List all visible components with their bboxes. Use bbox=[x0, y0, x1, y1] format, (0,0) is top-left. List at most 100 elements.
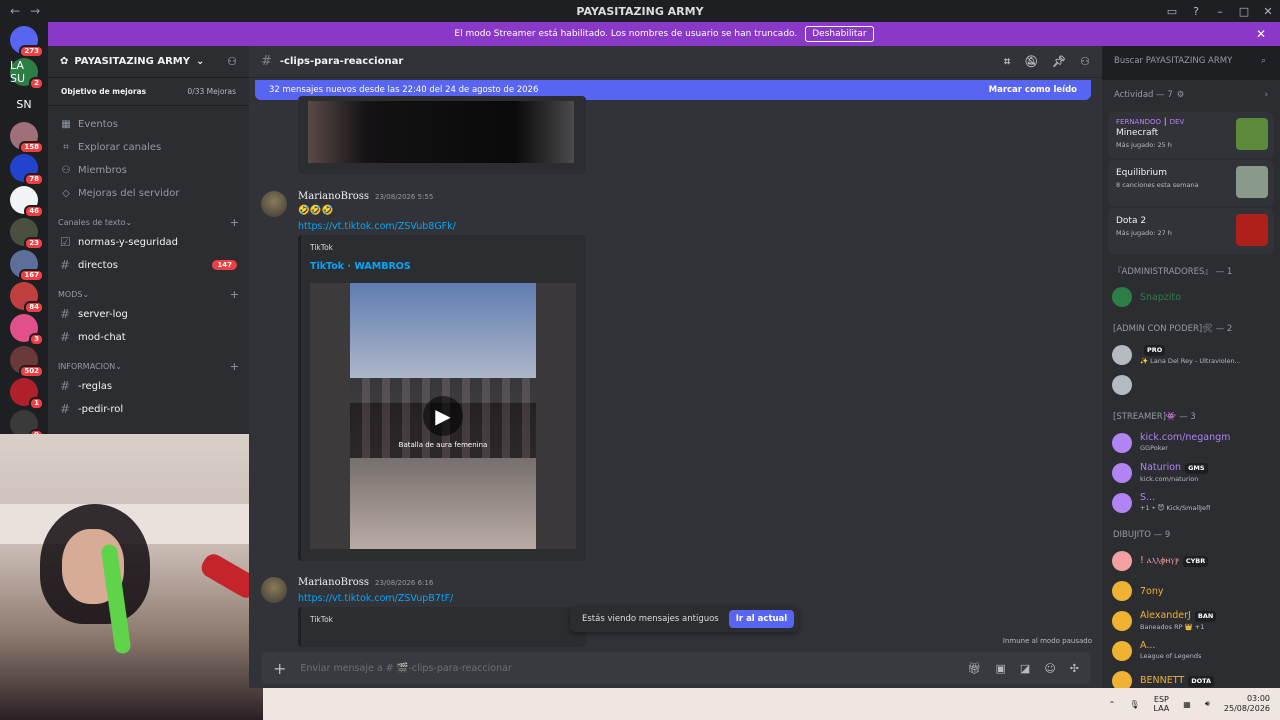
embed-title[interactable]: TikTok · WAMBROS bbox=[310, 261, 411, 272]
avatar[interactable] bbox=[261, 191, 287, 217]
mute-bell-icon[interactable]: 🔕︎ bbox=[1024, 55, 1038, 69]
menu-server-boosts[interactable]: ◇ Mejoras del servidor bbox=[48, 182, 249, 204]
search-input[interactable]: Buscar PAYASITAZING ARMY bbox=[1114, 56, 1232, 66]
play-icon[interactable]: ▶ bbox=[423, 396, 463, 436]
webcam-overlay bbox=[0, 434, 263, 720]
server-initials: SN bbox=[16, 97, 32, 111]
add-channel-icon[interactable]: + bbox=[230, 288, 239, 301]
embed-video[interactable]: ▶ Batalla de aura femenina bbox=[310, 283, 576, 549]
server-icon[interactable]: SN bbox=[10, 90, 38, 118]
member-group-header: [ADMIN CON PODER]🛠 — 2 bbox=[1113, 324, 1233, 334]
pin-icon[interactable]: 📌︎ bbox=[1052, 55, 1066, 69]
add-attachment-icon[interactable]: + bbox=[273, 659, 286, 678]
game-art bbox=[1236, 166, 1268, 198]
member-item[interactable]: Snapzito bbox=[1102, 282, 1280, 312]
member-display-name: BENNETT bbox=[1140, 675, 1185, 686]
channel-item[interactable]: # server-log bbox=[48, 303, 249, 325]
invite-icon[interactable]: ⚇ bbox=[227, 55, 237, 68]
chevron-right-icon[interactable]: › bbox=[1265, 90, 1268, 100]
member-item[interactable]: BENNETT DOTA bbox=[1102, 666, 1280, 688]
help-icon[interactable]: ? bbox=[1184, 5, 1208, 18]
activity-card[interactable]: Dota 2 Más jugado: 27 h bbox=[1108, 208, 1274, 254]
channel-category[interactable]: MODS ⌄ + bbox=[48, 286, 249, 302]
tray-chevron-icon[interactable]: ⌃ bbox=[1109, 700, 1116, 709]
server-icon[interactable]: 9 bbox=[10, 410, 44, 434]
add-channel-icon[interactable]: + bbox=[230, 360, 239, 373]
activity-card[interactable]: FERNANDOO ┃ DEV Minecraft Más jugado: 25 h bbox=[1108, 112, 1274, 158]
server-icon[interactable]: 78 bbox=[10, 154, 44, 186]
menu-members[interactable]: ⚇ Miembros bbox=[48, 159, 249, 181]
maximize-icon[interactable]: □ bbox=[1232, 5, 1256, 18]
minimize-icon[interactable]: – bbox=[1208, 5, 1232, 18]
activity-card[interactable]: Equilibrium 8 canciones esta semana bbox=[1108, 160, 1274, 206]
emoji-icon[interactable]: ☺ bbox=[1044, 662, 1055, 675]
server-icon[interactable]: 502 bbox=[10, 346, 44, 378]
back-arrow-icon[interactable]: ← bbox=[10, 4, 20, 18]
server-icon[interactable]: 273 bbox=[10, 26, 44, 58]
mention-badge: 158 bbox=[19, 141, 44, 154]
system-clock[interactable]: 03:00 25/08/2026 bbox=[1224, 694, 1270, 714]
member-item[interactable]: AlexanderJ BAN Baneados RP 👑 +1 bbox=[1102, 606, 1280, 636]
server-icon[interactable]: 46 bbox=[10, 186, 44, 218]
volume-icon[interactable]: 🔊︎ bbox=[1205, 699, 1210, 709]
server-icon[interactable]: 158 bbox=[10, 122, 44, 154]
close-window-icon[interactable]: ✕ bbox=[1256, 5, 1280, 18]
member-item[interactable]: S... +1 • 😈 Kick/SmallJeff bbox=[1102, 488, 1280, 518]
channel-item[interactable]: # -pedir-rol bbox=[48, 398, 249, 420]
menu-explore-channels[interactable]: ⌗ Explorar canales bbox=[48, 136, 249, 158]
author-name[interactable]: MarianoBross bbox=[298, 577, 369, 588]
activity-header[interactable]: Actividad — 7 ⚙ › bbox=[1102, 80, 1280, 110]
member-item[interactable]: PRO ✨ Lana Del Rey - Ultraviolen... bbox=[1102, 340, 1280, 370]
member-name: 7ony bbox=[1140, 586, 1164, 597]
message-link[interactable]: https://vt.tiktok.com/ZSVupB7tF/ bbox=[298, 593, 453, 604]
member-item[interactable]: A... League of Legends bbox=[1102, 636, 1280, 666]
jump-to-present-button[interactable]: Ir al actual bbox=[728, 610, 795, 628]
disable-streamer-button[interactable]: Deshabilitar bbox=[805, 26, 874, 42]
close-icon[interactable]: ✕ bbox=[1256, 27, 1266, 41]
member-item[interactable]: kick.com/negangm GGPoker bbox=[1102, 428, 1280, 458]
threads-icon[interactable]: ⌗ bbox=[1004, 55, 1010, 69]
add-channel-icon[interactable]: + bbox=[230, 216, 239, 229]
network-icon[interactable]: ▦ bbox=[1183, 700, 1191, 709]
member-name: Naturion GMS bbox=[1140, 462, 1208, 474]
author-name[interactable]: MarianoBross bbox=[298, 191, 369, 202]
member-item[interactable]: Naturion GMS kick.com/naturion bbox=[1102, 458, 1280, 488]
member-display-name: 7ony bbox=[1140, 585, 1164, 597]
chevron-down-icon: ⌄ bbox=[195, 56, 205, 67]
member-item[interactable]: ! ⲁⲗⲗⲫⲏⲩⲣ CYBR bbox=[1102, 546, 1280, 576]
gear-icon[interactable]: ⚙ bbox=[1177, 90, 1185, 100]
boost-goal[interactable]: Objetivo de mejoras 0/33 Mejoras bbox=[48, 78, 249, 106]
inbox-icon[interactable]: ▭ bbox=[1160, 5, 1184, 18]
menu-events[interactable]: ▦ Eventos bbox=[48, 113, 249, 135]
sticker-icon[interactable]: ◪ bbox=[1020, 662, 1030, 675]
forward-arrow-icon[interactable]: → bbox=[30, 4, 40, 18]
channel-category[interactable]: Canales de texto ⌄ + bbox=[48, 214, 249, 230]
message-composer[interactable]: + Enviar mensaje a # 🎬-clips-para-reacci… bbox=[261, 652, 1091, 684]
server-icon[interactable]: LA SU 2 bbox=[10, 58, 44, 90]
server-icon[interactable]: 3 bbox=[10, 314, 44, 346]
gif-icon[interactable]: ▣ bbox=[996, 662, 1006, 675]
previous-video-embed[interactable] bbox=[298, 96, 586, 174]
member-item[interactable] bbox=[1102, 370, 1280, 400]
server-icon[interactable]: 167 bbox=[10, 250, 44, 282]
channel-item[interactable]: ☑ normas-y-seguridad bbox=[48, 231, 249, 253]
gift-icon[interactable]: 🎁︎ bbox=[968, 662, 982, 675]
channel-category[interactable]: INFORMACION ⌄ + bbox=[48, 358, 249, 374]
server-icon[interactable]: 23 bbox=[10, 218, 44, 250]
member-item[interactable]: 7ony bbox=[1102, 576, 1280, 606]
server-icon[interactable]: 84 bbox=[10, 282, 44, 314]
server-header[interactable]: ✿ PAYASITAZING ARMY ⌄ ⚇ bbox=[48, 46, 249, 78]
channel-item[interactable]: # mod-chat bbox=[48, 326, 249, 348]
message-link[interactable]: https://vt.tiktok.com/ZSVub8GFk/ bbox=[298, 221, 456, 232]
language-indicator[interactable]: ESP LAA bbox=[1153, 695, 1169, 713]
apps-icon[interactable]: ✣ bbox=[1070, 662, 1079, 675]
mark-as-read-button[interactable]: Marcar como leído bbox=[989, 85, 1077, 95]
avatar[interactable] bbox=[261, 577, 287, 603]
server-search[interactable]: Buscar PAYASITAZING ARMY ⌕ bbox=[1106, 50, 1274, 72]
channel-item[interactable]: # directos 147 bbox=[48, 254, 249, 276]
server-icon[interactable]: 1 bbox=[10, 378, 44, 410]
channel-item[interactable]: # -reglas bbox=[48, 375, 249, 397]
microphone-icon[interactable]: 🎙︎ bbox=[1129, 700, 1139, 709]
member-list-icon[interactable]: ⚇ bbox=[1080, 55, 1090, 69]
message-input[interactable]: Enviar mensaje a # 🎬-clips-para-reaccion… bbox=[300, 663, 511, 674]
